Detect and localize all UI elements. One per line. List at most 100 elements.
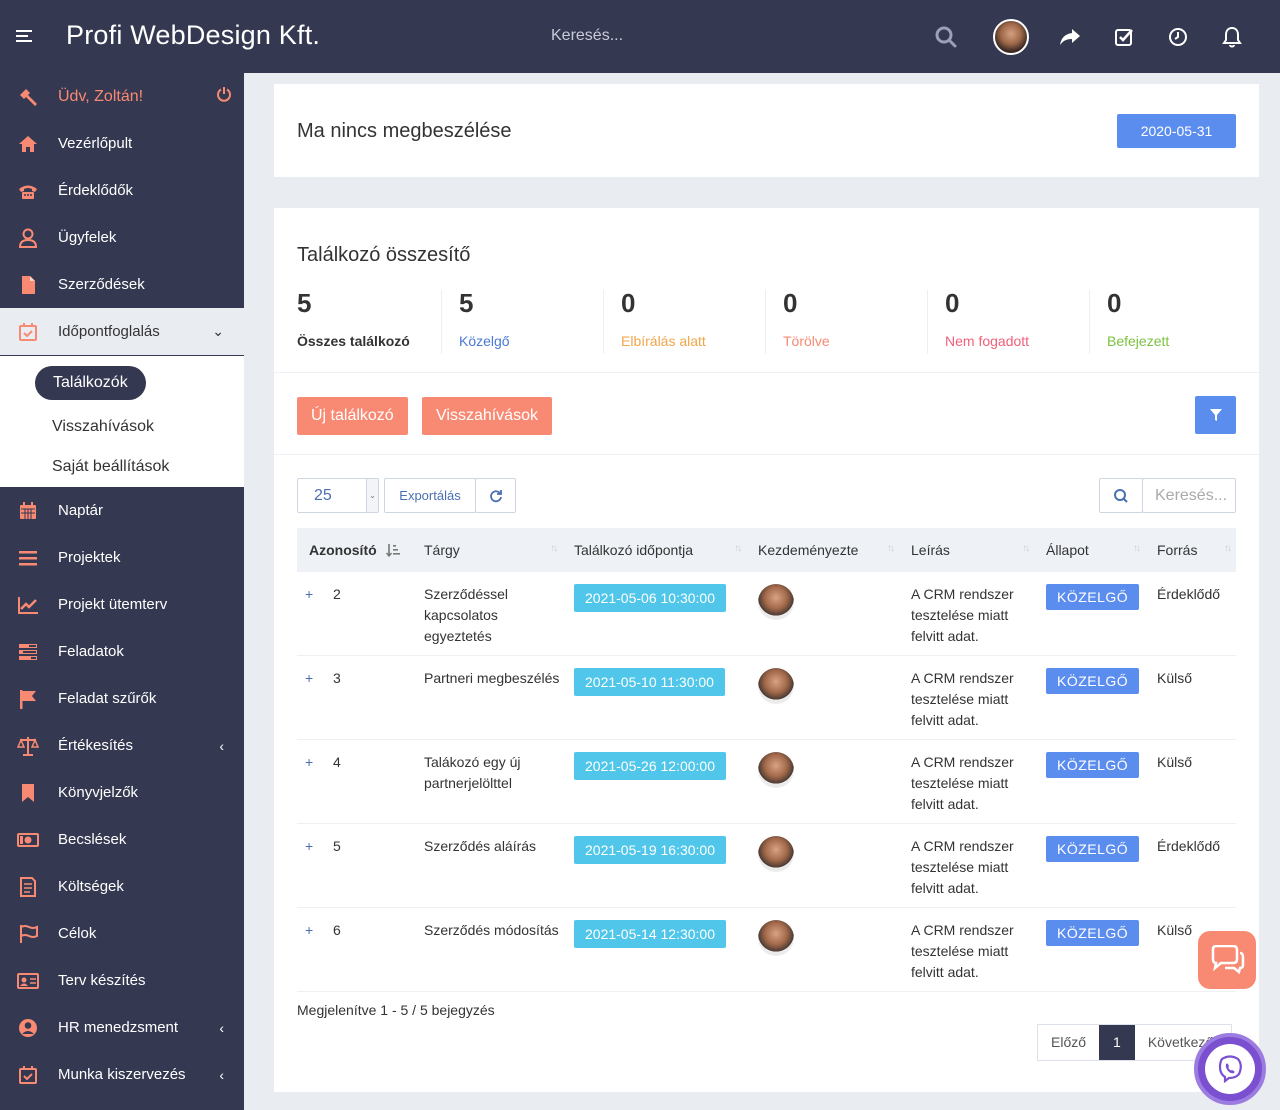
sidebar-item-label: Időpontfoglalás bbox=[58, 323, 160, 340]
stat-card[interactable]: 5 Közelgő bbox=[459, 288, 510, 354]
page-size-select[interactable]: 25 ⌄ bbox=[297, 478, 379, 513]
flag-outline-icon bbox=[17, 923, 39, 945]
cell-source: Külső bbox=[1145, 739, 1236, 824]
clock-icon[interactable] bbox=[1158, 0, 1198, 73]
cell-time: 2021-05-06 10:30:00 bbox=[562, 572, 746, 656]
cell-id: +5 bbox=[297, 823, 412, 908]
sidebar-item-célok[interactable]: Célok bbox=[0, 910, 244, 957]
filter-button[interactable] bbox=[1195, 396, 1236, 434]
row-id: 5 bbox=[333, 838, 341, 854]
row-subject[interactable]: Szerződés aláírás bbox=[424, 838, 536, 854]
row-subject[interactable]: Szerződéssel kapcsolatos egyeztetés bbox=[424, 586, 508, 644]
stat-card[interactable]: 0 Elbírálás alatt bbox=[621, 288, 706, 354]
cell-desc: A CRM rendszer tesztelése miatt felvitt … bbox=[899, 907, 1034, 992]
stat-card[interactable]: 0 Nem fogadott bbox=[945, 288, 1029, 354]
sidebar-item-becslések[interactable]: Becslések bbox=[0, 816, 244, 863]
sidebar-item-naptár[interactable]: Naptár bbox=[0, 487, 244, 534]
stat-card[interactable]: 0 Törölve bbox=[783, 288, 830, 354]
current-page-button[interactable]: 1 bbox=[1099, 1025, 1135, 1060]
new-meeting-button[interactable]: Új találkozó bbox=[297, 397, 408, 435]
sidebar-item-label: Munka kiszervezés bbox=[58, 1066, 186, 1083]
export-button[interactable]: Exportálás bbox=[384, 478, 476, 513]
sidebar-item-projekt-ütemterv[interactable]: Projekt ütemterv bbox=[0, 581, 244, 628]
column-header[interactable]: Kezdeményezte bbox=[746, 528, 899, 572]
submenu-item-callbacks[interactable]: Visszahívások bbox=[52, 418, 154, 436]
table-row[interactable]: +4 Talákozó egy új partnerjelölttel 2021-0… bbox=[297, 739, 1236, 824]
initiator-avatar[interactable] bbox=[758, 836, 794, 872]
initiator-avatar[interactable] bbox=[758, 584, 794, 620]
initiator-avatar[interactable] bbox=[758, 668, 794, 704]
sidebar-item-hr-menedzsment[interactable]: HR menedzsment ‹ bbox=[0, 1004, 244, 1051]
expand-icon[interactable]: + bbox=[305, 752, 319, 773]
share-icon[interactable] bbox=[1050, 0, 1090, 73]
top-search-input[interactable]: Keresés... bbox=[551, 27, 623, 45]
row-id: 2 bbox=[333, 586, 341, 602]
checklist-icon[interactable] bbox=[1104, 0, 1144, 73]
submenu-active-item[interactable]: Találkozók bbox=[35, 366, 146, 400]
column-header[interactable]: Forrás bbox=[1145, 528, 1236, 572]
chat-button[interactable] bbox=[1198, 931, 1256, 989]
status-badge: KÖZELGŐ bbox=[1046, 584, 1140, 610]
sidebar-item-érdeklődők[interactable]: Érdeklődők bbox=[0, 167, 244, 214]
stat-label: Nem fogadott bbox=[945, 333, 1030, 349]
initiator-avatar[interactable] bbox=[758, 920, 794, 956]
row-subject[interactable]: Talákozó egy új partnerjelölttel bbox=[424, 754, 521, 791]
avatar[interactable] bbox=[991, 0, 1031, 73]
stat-card[interactable]: 0 Befejezett bbox=[1107, 288, 1169, 354]
initiator-avatar[interactable] bbox=[758, 752, 794, 788]
viber-button[interactable] bbox=[1194, 1033, 1266, 1105]
money-icon bbox=[17, 829, 39, 851]
sidebar-item-értékesítés[interactable]: Értékesítés ‹ bbox=[0, 722, 244, 769]
prev-page-button[interactable]: Előző bbox=[1038, 1025, 1099, 1060]
power-icon[interactable] bbox=[216, 86, 232, 107]
column-header[interactable]: Találkozó időpontja bbox=[562, 528, 746, 572]
stat-label: Közelgő bbox=[459, 333, 510, 349]
user-circle-icon bbox=[17, 1017, 39, 1039]
stat-card[interactable]: 5 Összes találkozó bbox=[297, 288, 410, 354]
table-row[interactable]: +3 Partneri megbeszélés 2021-05-10 11:30:0… bbox=[297, 655, 1236, 740]
sidebar-item-időpontfoglalás[interactable]: Időpontfoglalás ⌄ bbox=[0, 308, 244, 355]
row-id: 6 bbox=[333, 922, 341, 938]
column-header-label: Forrás bbox=[1157, 542, 1198, 558]
search-icon[interactable] bbox=[926, 0, 966, 73]
column-header[interactable]: Leírás bbox=[899, 528, 1034, 572]
menu-icon[interactable] bbox=[16, 30, 32, 45]
stat-divider bbox=[765, 290, 766, 354]
expand-icon[interactable]: + bbox=[305, 668, 319, 689]
sidebar-item-ügyfelek[interactable]: Ügyfelek bbox=[0, 214, 244, 261]
cell-subject: Partneri megbeszélés bbox=[412, 655, 562, 740]
sidebar-item-projektek[interactable]: Projektek bbox=[0, 534, 244, 581]
sidebar-item-szerződések[interactable]: Szerződések bbox=[0, 261, 244, 308]
table-row[interactable]: +6 Szerződés módosítás 2021-05-14 12:30:00… bbox=[297, 907, 1236, 992]
bell-icon[interactable] bbox=[1212, 0, 1252, 73]
column-header[interactable]: Állapot bbox=[1034, 528, 1145, 572]
submenu-item-settings[interactable]: Saját beállítások bbox=[52, 458, 169, 476]
table-row[interactable]: +2 Szerződéssel kapcsolatos egyeztetés 202… bbox=[297, 572, 1236, 656]
sidebar-item-feladat-szűrők[interactable]: Feladat szűrők bbox=[0, 675, 244, 722]
table-row[interactable]: +5 Szerződés aláírás 2021-05-19 16:30:00 A … bbox=[297, 823, 1236, 908]
sidebar-item-könyvjelzők[interactable]: Könyvjelzők bbox=[0, 769, 244, 816]
sidebar-item-feladatok[interactable]: Feladatok bbox=[0, 628, 244, 675]
callbacks-button[interactable]: Visszahívások bbox=[422, 397, 552, 435]
date-button[interactable]: 2020-05-31 bbox=[1117, 114, 1236, 148]
sidebar-item-költségek[interactable]: Költségek bbox=[0, 863, 244, 910]
row-subject[interactable]: Partneri megbeszélés bbox=[424, 670, 559, 686]
column-header[interactable]: Tárgy bbox=[412, 528, 562, 572]
column-header[interactable]: Azonosító bbox=[297, 528, 412, 572]
table-search-icon[interactable] bbox=[1099, 478, 1143, 513]
sidebar-item-label: Becslések bbox=[58, 831, 127, 848]
refresh-button[interactable] bbox=[475, 478, 516, 513]
expand-icon[interactable]: + bbox=[305, 584, 319, 605]
sidebar-item-label: Projektek bbox=[58, 549, 121, 566]
table-search-input[interactable]: Keresés... bbox=[1142, 478, 1236, 513]
expand-icon[interactable]: + bbox=[305, 920, 319, 941]
expand-icon[interactable]: + bbox=[305, 836, 319, 857]
sidebar: Üdv, Zoltán! Vezérlőpult Érdeklődők Ügyfel… bbox=[0, 73, 244, 1110]
row-subject[interactable]: Szerződés módosítás bbox=[424, 922, 559, 938]
sidebar-item-munka-kiszervezés[interactable]: Munka kiszervezés ‹ bbox=[0, 1051, 244, 1098]
sidebar-item-terv-készítés[interactable]: Terv készítés bbox=[0, 957, 244, 1004]
cell-subject: Talákozó egy új partnerjelölttel bbox=[412, 739, 562, 824]
meeting-time-badge: 2021-05-06 10:30:00 bbox=[574, 584, 726, 612]
sidebar-item-vezérlőpult[interactable]: Vezérlőpult bbox=[0, 120, 244, 167]
brand-title: Profi WebDesign Kft. bbox=[66, 20, 321, 50]
